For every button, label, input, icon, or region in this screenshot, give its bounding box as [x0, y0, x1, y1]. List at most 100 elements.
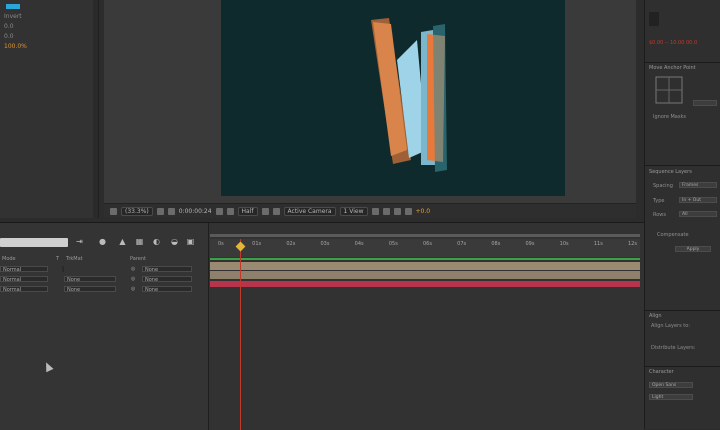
viewer-toolbar: (33.3%) 0:00:00:24 Half Active Camera 1 … — [104, 203, 636, 218]
trkmat-column-header: TrkMat — [66, 256, 83, 262]
mask-icon[interactable] — [167, 207, 175, 215]
trkmat-dropdown[interactable]: None — [64, 276, 116, 283]
ignore-masks-checkbox[interactable]: Ignore Masks — [653, 114, 686, 120]
ruler-tick-label: 05s — [388, 241, 398, 247]
channel-icon[interactable] — [226, 207, 234, 215]
distribute-layers-label: Distribute Layers: — [651, 345, 696, 351]
ruler-tick-label: 0s — [218, 241, 224, 247]
panel-divider — [645, 366, 720, 367]
ruler-tick-label: 12s — [628, 241, 637, 247]
rows-dropdown[interactable]: All — [679, 211, 717, 217]
transparency-grid-icon[interactable] — [272, 207, 280, 215]
graph-editor-icon[interactable]: ◒ — [170, 237, 179, 246]
snapshot-icon[interactable] — [215, 207, 223, 215]
layer-outline: ⇥ ● ▲ ▦ ◐ ◒ ▣ Mode T TrkMat Parent Norma… — [0, 223, 209, 430]
timeline-icon[interactable] — [393, 207, 401, 215]
font-style-dropdown[interactable]: Light — [649, 394, 693, 400]
mode-dropdown[interactable]: Normal — [0, 266, 48, 273]
type-label: Type — [653, 198, 665, 204]
invert-checkbox-label[interactable]: Invert — [4, 13, 22, 20]
current-time-indicator[interactable] — [240, 239, 241, 430]
timeline-panel: ⇥ ● ▲ ▦ ◐ ◒ ▣ Mode T TrkMat Parent Norma… — [0, 222, 644, 430]
grid-icon[interactable] — [156, 207, 164, 215]
hide-shy-icon[interactable]: ▲ — [118, 237, 127, 246]
flowchart-icon[interactable] — [404, 207, 412, 215]
animated-letter-artwork — [371, 18, 447, 172]
info-readout: $0.00 -- 10.00 00.0 — [649, 40, 698, 46]
effect-value-percent[interactable]: 100.0% — [4, 43, 27, 50]
view-layout-dropdown[interactable]: 1 View — [339, 206, 368, 216]
compensate-checkbox[interactable]: Compensate — [657, 232, 689, 238]
pick-whip-icon[interactable]: ◎ — [131, 285, 135, 294]
comp-mini-flowchart-icon[interactable]: ⇥ — [75, 237, 84, 246]
sequence-panel-title: Sequence Layers — [649, 169, 692, 175]
mode-column-header: Mode — [2, 256, 16, 262]
table-row[interactable]: Normal None ◎ None — [0, 285, 208, 294]
effect-value-2[interactable]: 0.0 — [4, 33, 14, 40]
region-of-interest-icon[interactable] — [261, 207, 269, 215]
ruler-tick-label: 02s — [286, 241, 296, 247]
parent-column-header: Parent — [130, 256, 147, 262]
composition-canvas[interactable] — [221, 0, 565, 196]
draft-3d-icon[interactable]: ● — [98, 237, 107, 246]
spacing-dropdown[interactable]: Frames — [679, 182, 717, 188]
trkmat-dropdown[interactable]: None — [64, 286, 116, 293]
parent-dropdown[interactable]: None — [142, 266, 192, 273]
render-progress-bar — [210, 258, 640, 260]
time-ruler[interactable]: 0s 01s 02s 03s 04s 05s 06s 07s 08s 09s 10s 11s 12s — [210, 239, 640, 257]
mode-dropdown[interactable]: Normal — [0, 276, 48, 283]
timeline-search-input[interactable] — [0, 238, 68, 247]
toggle-pixel-icon[interactable] — [371, 207, 379, 215]
camera-dropdown[interactable]: Active Camera — [283, 206, 336, 216]
exposure-value[interactable]: +0.0 — [416, 208, 431, 215]
parent-dropdown[interactable]: None — [142, 276, 192, 283]
pick-whip-icon[interactable]: ◎ — [131, 275, 135, 284]
align-panel-title: Align — [649, 313, 662, 319]
font-family-dropdown[interactable]: Open Sans — [649, 382, 693, 388]
character-panel-title: Character — [649, 369, 674, 375]
ruler-tick-label: 08s — [491, 241, 501, 247]
timeline-tracks[interactable]: 0s 01s 02s 03s 04s 05s 06s 07s 08s 09s 10s 11s 12s — [210, 223, 644, 430]
always-preview-icon[interactable] — [110, 207, 117, 215]
panel-divider — [645, 62, 720, 63]
motion-blur-icon[interactable]: ◐ — [152, 237, 161, 246]
right-panels: $0.00 -- 10.00 00.0 Move Anchor Point Ig… — [644, 0, 720, 429]
apply-button[interactable]: Apply — [675, 246, 711, 252]
parent-dropdown[interactable]: None — [142, 286, 192, 293]
color-swatch[interactable] — [6, 4, 20, 9]
panel-divider — [645, 310, 720, 311]
ruler-tick-label: 03s — [320, 241, 330, 247]
layer-bar-1[interactable] — [210, 262, 640, 270]
t-column-header: T — [56, 256, 60, 262]
ruler-tick-label: 04s — [354, 241, 364, 247]
align-layers-to-label: Align Layers to: — [651, 323, 690, 329]
resolution-dropdown[interactable]: Half — [237, 206, 258, 216]
zoom-dropdown[interactable]: (33.3%) — [121, 206, 153, 216]
trkmat-dropdown[interactable] — [62, 266, 64, 272]
table-row[interactable]: Normal None ◎ None — [0, 275, 208, 284]
anchor-options-button[interactable] — [693, 100, 717, 106]
layer-bar-3[interactable] — [210, 281, 640, 287]
type-dropdown[interactable]: In + Out — [679, 197, 717, 203]
motion-panel-title: Move Anchor Point — [649, 65, 696, 71]
table-row[interactable]: Normal ◎ None — [0, 265, 208, 274]
composition-viewer: (33.3%) 0:00:00:24 Half Active Camera 1 … — [104, 0, 636, 218]
color-preview — [649, 12, 659, 26]
ruler-tick-label: 09s — [525, 241, 535, 247]
work-area-bar[interactable] — [210, 234, 640, 237]
spacing-label: Spacing — [653, 183, 673, 189]
ruler-tick-label: 07s — [457, 241, 467, 247]
fast-preview-icon[interactable] — [382, 207, 390, 215]
effects-scrollbar[interactable] — [93, 0, 98, 218]
timecode-display[interactable]: 0:00:00:24 — [179, 208, 212, 215]
anchor-grid-icon[interactable] — [655, 76, 683, 104]
ruler-tick-label: 11s — [593, 241, 603, 247]
pick-whip-icon[interactable]: ◎ — [131, 265, 135, 274]
mode-dropdown[interactable]: Normal — [0, 286, 48, 293]
live-update-icon[interactable]: ▣ — [186, 237, 195, 246]
panel-divider — [645, 165, 720, 166]
effect-value-1[interactable]: 0.0 — [4, 23, 14, 30]
rows-label: Rows — [653, 212, 667, 218]
layer-bar-2[interactable] — [210, 271, 640, 279]
frame-blending-icon[interactable]: ▦ — [135, 237, 144, 246]
